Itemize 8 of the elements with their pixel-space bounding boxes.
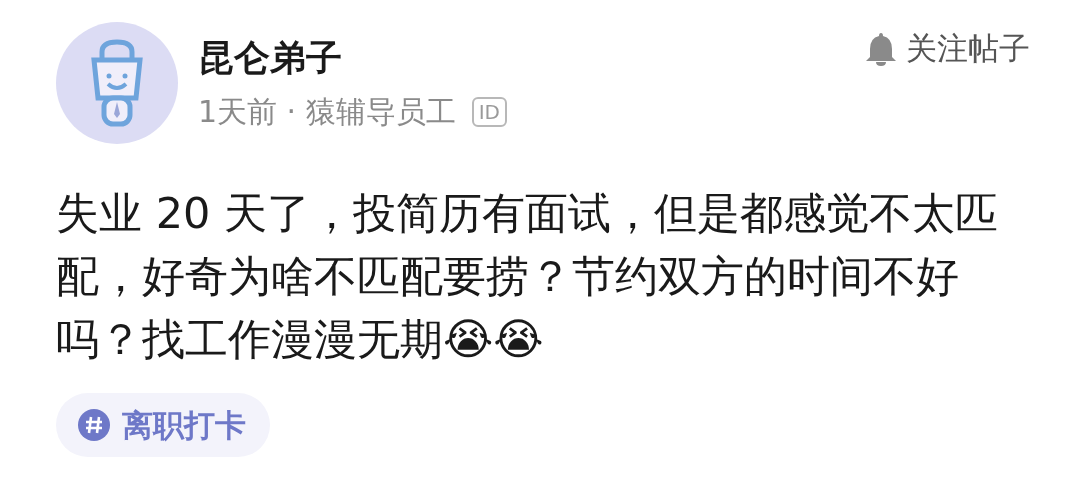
author-name: 昆仑弟子 — [198, 36, 343, 80]
bell-icon — [864, 31, 898, 67]
topic-tag[interactable]: 离职打卡 — [56, 393, 270, 457]
post-text: 失业 20 天了，投简历有面试，但是都感觉不太匹配，好奇为啥不匹配要捞？节约双方的时间不好吗？找工作漫漫无期😭😭 — [56, 188, 999, 364]
follow-button[interactable]: 关注帖子 — [864, 28, 1030, 70]
post-meta: 1天前 · 猿辅导员工 — [198, 93, 456, 131]
id-badge: ID — [471, 97, 507, 127]
hashtag-icon — [78, 409, 110, 441]
